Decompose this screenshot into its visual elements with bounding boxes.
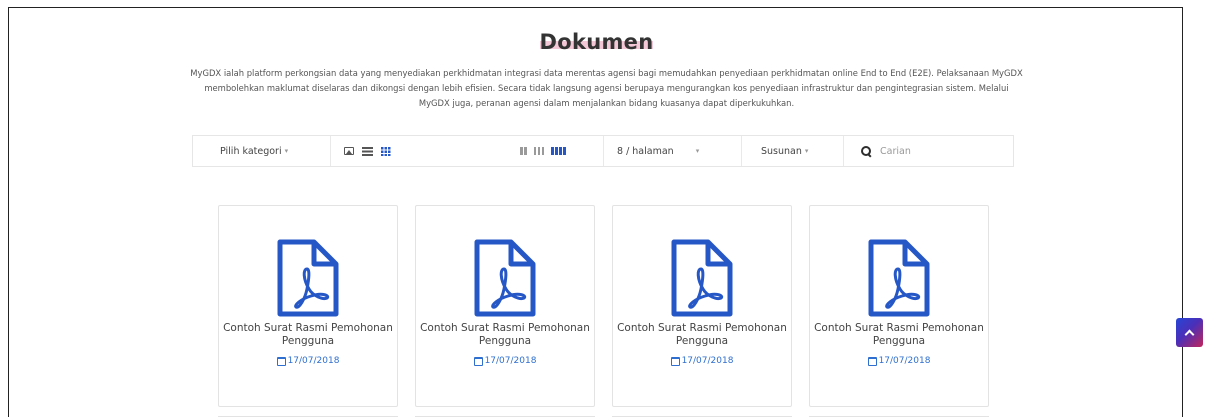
column-switcher <box>520 136 566 166</box>
chevron-up-icon <box>1184 329 1195 339</box>
right-gutter <box>1183 0 1217 417</box>
document-date-text: 17/07/2018 <box>287 356 340 366</box>
calendar-icon <box>473 356 483 366</box>
document-toolbar: Pilih kategori ▾ 8 / halaman ▾ Susunan ▾ <box>192 135 1014 167</box>
document-card[interactable]: Contoh Surat Rasmi Pemohonan Pengguna 17… <box>415 205 595 407</box>
image-icon[interactable] <box>344 147 354 155</box>
document-date: 17/07/2018 <box>613 356 791 366</box>
page-title: Dokumen <box>539 30 654 54</box>
document-title[interactable]: Contoh Surat Rasmi Pemohonan Pengguna <box>810 322 988 348</box>
document-title[interactable]: Contoh Surat Rasmi Pemohonan Pengguna <box>219 322 397 348</box>
category-label: Pilih kategori <box>220 145 282 157</box>
search-icon[interactable] <box>861 145 872 157</box>
three-column-icon[interactable] <box>533 147 544 155</box>
pdf-icon <box>474 239 536 317</box>
view-mode-switcher <box>344 136 399 166</box>
pdf-icon <box>868 239 930 317</box>
caret-down-icon: ▾ <box>804 147 809 155</box>
caret-down-icon: ▾ <box>284 147 289 155</box>
document-card[interactable]: Contoh Surat Rasmi Pemohonan Pengguna 17… <box>218 205 398 407</box>
document-date: 17/07/2018 <box>416 356 594 366</box>
pdf-icon <box>277 239 339 317</box>
page-frame: Dokumen MyGDX ialah platform perkongsian… <box>8 7 1183 417</box>
per-page-value: 8 / halaman <box>617 145 674 157</box>
search-input[interactable] <box>880 145 1000 157</box>
document-date-text: 17/07/2018 <box>878 356 931 366</box>
grid-icon[interactable] <box>381 146 391 156</box>
document-date: 17/07/2018 <box>219 356 397 366</box>
per-page-select[interactable]: 8 / halaman ▾ <box>617 136 727 166</box>
category-dropdown[interactable]: Pilih kategori ▾ <box>220 136 288 166</box>
sort-dropdown[interactable]: Susunan ▾ <box>761 136 808 166</box>
document-card[interactable]: Contoh Surat Rasmi Pemohonan Pengguna 17… <box>612 205 792 407</box>
pdf-icon <box>671 239 733 317</box>
document-title[interactable]: Contoh Surat Rasmi Pemohonan Pengguna <box>416 322 594 348</box>
document-date: 17/07/2018 <box>810 356 988 366</box>
scroll-to-top-button[interactable] <box>1176 318 1203 347</box>
document-date-text: 17/07/2018 <box>681 356 734 366</box>
document-card[interactable]: Contoh Surat Rasmi Pemohonan Pengguna 17… <box>809 205 989 407</box>
calendar-icon <box>867 356 877 366</box>
four-column-icon[interactable] <box>551 147 566 155</box>
document-date-text: 17/07/2018 <box>484 356 537 366</box>
calendar-icon <box>276 356 286 366</box>
search-box <box>861 136 1000 166</box>
calendar-icon <box>670 356 680 366</box>
document-title[interactable]: Contoh Surat Rasmi Pemohonan Pengguna <box>613 322 791 348</box>
sort-label: Susunan <box>761 145 802 157</box>
page-description: MyGDX ialah platform perkongsian data ya… <box>190 68 1023 108</box>
list-icon[interactable] <box>362 146 373 156</box>
two-column-icon[interactable] <box>520 147 527 155</box>
caret-down-icon: ▾ <box>695 147 700 155</box>
